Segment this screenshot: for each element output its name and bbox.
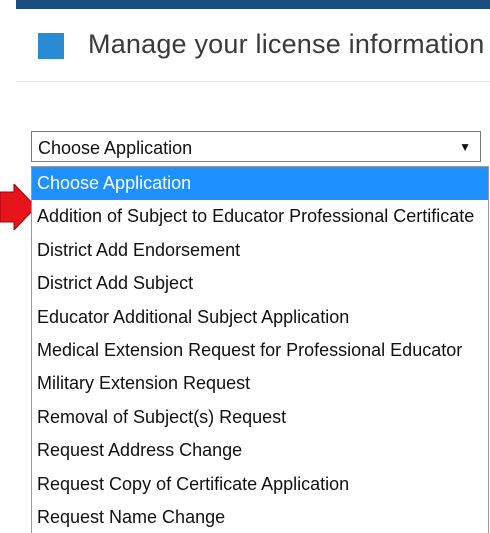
top-rule	[16, 0, 490, 9]
option-request-copy-of-certificate[interactable]: Request Copy of Certificate Application	[32, 468, 488, 501]
option-request-name-change[interactable]: Request Name Change	[32, 501, 488, 533]
option-request-address-change[interactable]: Request Address Change	[32, 434, 488, 467]
section-header: Manage your license information	[16, 9, 490, 82]
page: Manage your license information Choose A…	[0, 0, 490, 533]
option-district-add-subject[interactable]: District Add Subject	[32, 267, 488, 300]
square-icon	[38, 33, 64, 59]
option-district-add-endorsement[interactable]: District Add Endorsement	[32, 234, 488, 267]
dropdown-caret-icon: ▼	[459, 140, 471, 154]
application-options-list: Choose Application Addition of Subject t…	[31, 166, 489, 533]
option-military-extension-request[interactable]: Military Extension Request	[32, 367, 488, 400]
option-medical-extension-request[interactable]: Medical Extension Request for Profession…	[32, 334, 488, 367]
option-educator-additional-subject[interactable]: Educator Additional Subject Application	[32, 301, 488, 334]
application-select-value: Choose Application	[38, 138, 193, 158]
option-removal-of-subjects[interactable]: Removal of Subject(s) Request	[32, 401, 488, 434]
option-addition-of-subject[interactable]: Addition of Subject to Educator Professi…	[32, 200, 488, 233]
section-title: Manage your license information	[88, 29, 485, 59]
option-choose-application[interactable]: Choose Application	[32, 167, 488, 201]
application-select[interactable]: Choose Application ▼	[31, 131, 481, 162]
